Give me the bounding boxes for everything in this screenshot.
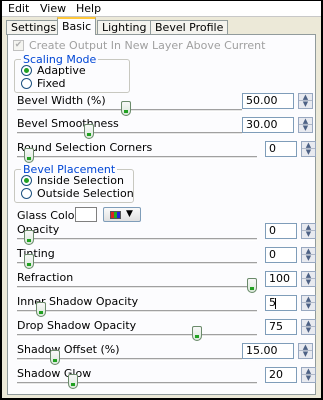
opacity-slider-thumb[interactable]	[24, 230, 34, 245]
spin-down-icon[interactable]: ▼	[302, 279, 315, 286]
spin-down-icon[interactable]: ▼	[299, 101, 312, 108]
tab-strip: Settings Basic Lighting Bevel Profile	[2, 17, 321, 35]
refraction-track[interactable]	[17, 286, 257, 289]
refraction-slider-thumb[interactable]	[247, 278, 257, 293]
spin-down-icon[interactable]: ▼	[302, 327, 315, 334]
drop-shadow-opacity-label: Drop Shadow Opacity	[17, 319, 137, 332]
shadow-offset-label: Shadow Offset (%)	[17, 343, 120, 356]
chevron-down-icon: ▼	[126, 209, 133, 219]
bevel-smoothness-track[interactable]	[17, 132, 242, 135]
bevel-smoothness-label: Bevel Smoothness	[17, 117, 119, 130]
basic-panel: ✔ Create Output In New Layer Above Curre…	[7, 34, 316, 395]
tinting-label: Tinting	[17, 247, 55, 260]
inner-shadow-opacity-track[interactable]	[17, 310, 257, 313]
spin-down-icon[interactable]: ▼	[302, 303, 315, 310]
bevel-width-label: Bevel Width (%)	[17, 94, 106, 107]
refraction-label: Refraction	[17, 271, 74, 284]
adaptive-label: Adaptive	[37, 64, 86, 77]
drop-shadow-opacity-spinner[interactable]: ▲ ▼	[301, 319, 316, 335]
tab-bevel-profile[interactable]: Bevel Profile	[150, 20, 229, 35]
create-output-checkbox[interactable]: ✔	[13, 40, 24, 51]
opacity-track[interactable]	[17, 238, 257, 241]
spin-down-icon[interactable]: ▼	[299, 125, 312, 132]
round-corners-slider-thumb[interactable]	[24, 148, 34, 163]
round-corners-input[interactable]: 0	[265, 141, 297, 157]
glass-color-swatch[interactable]	[75, 207, 97, 222]
spin-down-icon[interactable]: ▼	[302, 375, 315, 382]
inside-selection-radio[interactable]	[21, 175, 32, 186]
shadow-offset-slider-thumb[interactable]	[50, 350, 60, 365]
shadow-offset-spinner[interactable]: ▲ ▼	[298, 343, 313, 359]
shadow-glow-spinner[interactable]: ▲ ▼	[301, 367, 316, 383]
fixed-radio[interactable]	[21, 78, 32, 89]
inside-selection-label: Inside Selection	[37, 174, 124, 187]
tab-settings[interactable]: Settings	[6, 20, 62, 35]
menu-help[interactable]: Help	[76, 2, 101, 15]
bevel-width-spinner[interactable]: ▲ ▼	[298, 93, 313, 109]
spin-down-icon[interactable]: ▼	[302, 231, 315, 238]
drop-shadow-opacity-input[interactable]: 75	[265, 319, 297, 335]
fixed-label: Fixed	[37, 77, 66, 90]
refraction-input[interactable]: 100	[265, 271, 297, 287]
adaptive-radio[interactable]	[21, 65, 32, 76]
menu-view[interactable]: View	[40, 2, 66, 15]
spin-down-icon[interactable]: ▼	[299, 351, 312, 358]
outside-selection-radio[interactable]	[21, 188, 32, 199]
shadow-glow-slider-thumb[interactable]	[68, 374, 78, 389]
drop-shadow-opacity-slider-thumb[interactable]	[192, 326, 202, 341]
create-output-label: Create Output In New Layer Above Current	[29, 39, 266, 52]
drop-shadow-opacity-track[interactable]	[17, 334, 257, 337]
bevel-smoothness-slider-thumb[interactable]	[84, 124, 94, 139]
shadow-glow-label: Shadow Glow	[17, 367, 92, 380]
inner-shadow-opacity-input[interactable]: 5	[265, 295, 297, 311]
text-cursor	[275, 298, 276, 309]
bevel-width-input[interactable]: 50.00	[242, 93, 294, 109]
inner-shadow-opacity-spinner[interactable]: ▲ ▼	[301, 295, 316, 311]
shadow-offset-input[interactable]: 15.00	[242, 343, 294, 359]
bevel-placement-group: Bevel Placement Inside Selection Outside…	[14, 163, 134, 203]
inner-shadow-opacity-slider-thumb[interactable]	[36, 302, 46, 317]
tinting-spinner[interactable]: ▲ ▼	[301, 247, 316, 263]
opacity-spinner[interactable]: ▲ ▼	[301, 223, 316, 239]
refraction-spinner[interactable]: ▲ ▼	[301, 271, 316, 287]
tab-basic[interactable]: Basic	[57, 17, 97, 35]
round-corners-spinner[interactable]: ▲ ▼	[301, 141, 316, 157]
spin-down-icon[interactable]: ▼	[302, 255, 315, 262]
menu-edit[interactable]: Edit	[8, 2, 29, 15]
scaling-mode-group: Scaling Mode Adaptive Fixed	[14, 53, 130, 93]
color-picker-button[interactable]: ▼	[103, 207, 141, 222]
tinting-track[interactable]	[17, 262, 257, 265]
tinting-slider-thumb[interactable]	[24, 254, 34, 269]
shadow-glow-track[interactable]	[17, 382, 257, 385]
outside-selection-label: Outside Selection	[37, 187, 134, 200]
glass-color-label: Glass Color	[17, 209, 79, 222]
round-corners-label: Round Selection Corners	[17, 141, 153, 154]
round-corners-track[interactable]	[17, 156, 257, 159]
tinting-input[interactable]: 0	[265, 247, 297, 263]
shadow-glow-input[interactable]: 20	[265, 367, 297, 383]
tab-lighting[interactable]: Lighting	[97, 20, 152, 35]
palette-icon	[110, 211, 121, 219]
opacity-input[interactable]: 0	[265, 223, 297, 239]
filter-dialog: Edit View Help Settings Basic Lighting B…	[0, 0, 323, 400]
bevel-smoothness-spinner[interactable]: ▲ ▼	[298, 117, 313, 133]
bevel-width-slider-thumb[interactable]	[121, 101, 131, 116]
spin-down-icon[interactable]: ▼	[302, 149, 315, 156]
menu-bar: Edit View Help	[2, 1, 321, 17]
bevel-smoothness-input[interactable]: 30.00	[242, 117, 294, 133]
